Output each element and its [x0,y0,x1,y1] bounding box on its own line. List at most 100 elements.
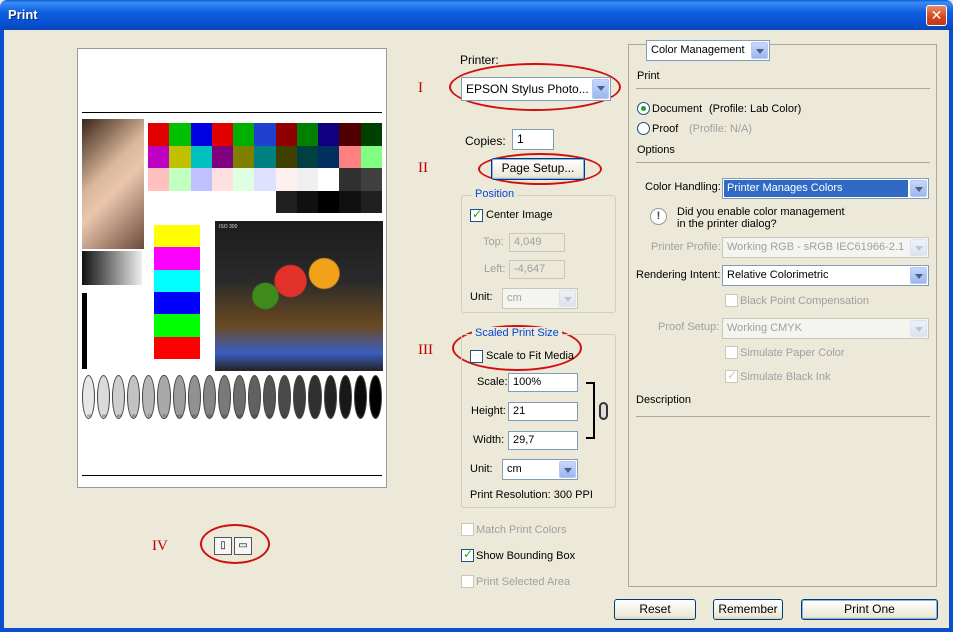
info-text-line-2: in the printer dialog? [677,218,777,230]
color-swatch [360,145,382,168]
scaled-unit-label: Unit: [470,463,493,475]
black-point-label: Black Point Compensation [740,295,870,307]
show-bounding-box-checkbox[interactable] [461,547,474,562]
ellipse-label: 5 [358,413,361,418]
color-swatch [275,145,297,168]
left-input[interactable]: -4,647 [509,260,565,279]
portrait-image [82,119,144,249]
scale-input[interactable]: 100% [508,373,578,392]
ellipse-label: 40 [252,413,257,418]
match-print-colors-label: Match Print Colors [476,524,567,536]
annotation-i: I [418,80,423,96]
scale-label: Scale: [477,376,508,388]
proof-label: Proof [652,123,679,135]
position-unit-select[interactable]: cm [502,288,578,309]
top-input[interactable]: 4,049 [509,233,565,252]
printer-label: Printer: [460,53,499,67]
rendering-intent-value: Relative Colorimetric [727,269,829,281]
print-one-button[interactable]: Print One [801,599,938,620]
close-button[interactable]: ✕ [926,5,947,26]
color-handling-select[interactable]: Printer Manages Colors [722,178,929,199]
landscape-orientation-icon[interactable]: ▭ [234,537,252,555]
color-swatch [339,123,361,146]
color-block [154,247,200,270]
document-radio[interactable] [637,102,650,115]
scale-to-fit-label: Scale to Fit Media [486,350,575,362]
simulate-black-checkbox[interactable] [725,368,738,383]
portrait-orientation-icon[interactable]: ▯ [214,537,232,555]
color-swatch [190,145,212,168]
proof-setup-select[interactable]: Working CMYK [722,318,929,339]
ellipse-label: 35 [267,413,272,418]
color-swatch [233,145,255,168]
rendering-intent-label: Rendering Intent: [636,269,721,281]
color-swatch [148,145,170,168]
printer-profile-select[interactable]: Working RGB - sRGB IEC61966-2.1 [722,237,929,258]
title-bar: Print ✕ [0,0,953,30]
color-swatch [360,190,382,213]
description-label: Description [636,394,692,406]
color-swatch [211,123,234,146]
scaled-unit-select[interactable]: cm [502,459,578,480]
color-swatch [318,123,340,146]
color-swatch [254,190,276,213]
chevron-down-icon [910,239,927,256]
copies-label: Copies: [465,134,506,148]
print-resolution: Print Resolution: 300 PPI [470,489,593,501]
page-setup-button[interactable]: Page Setup... [491,158,585,180]
color-swatch [254,145,276,168]
remember-button[interactable]: Remember [713,599,783,620]
chevron-down-icon [559,461,576,478]
chevron-down-icon [910,320,927,337]
proof-setup-value: Working CMYK [727,322,802,334]
black-point-checkbox[interactable] [725,294,738,307]
color-swatch [360,123,382,146]
ellipse-label: 50 [222,413,227,418]
rendering-intent-select[interactable]: Relative Colorimetric [722,265,929,286]
divider [636,88,930,89]
height-input[interactable]: 21 [508,402,578,421]
simulate-paper-checkbox[interactable] [725,346,738,359]
window-frame-bottom [0,628,953,632]
color-swatch [148,123,170,146]
color-column-blocks [154,225,200,359]
printer-select[interactable]: EPSON Stylus Photo... [461,77,611,101]
grey-step-chart [82,293,142,369]
color-swatch [275,168,297,191]
print-preview[interactable]: ISO 300 95 90 85 80 75 70 65 60 55 50 45 40 35 30 25 20… [77,48,387,488]
ellipse-label: 15 [327,413,332,418]
copies-input[interactable]: 1 [512,129,554,150]
color-block [154,225,200,248]
color-swatch [296,190,319,213]
gradient-bar [82,251,142,285]
panel-mode-select[interactable]: Color Management [646,40,770,61]
printer-value: EPSON Stylus Photo... [466,82,589,96]
ellipse-label: 4 [373,413,376,418]
page-edge-bottom [82,475,382,476]
print-selected-area-checkbox[interactable] [461,575,474,588]
color-handling-value: Printer Manages Colors [724,180,908,197]
proof-radio[interactable] [637,122,650,135]
divider [636,416,930,417]
color-swatch [148,190,170,213]
color-swatch [318,168,340,191]
center-image-checkbox[interactable] [470,207,483,222]
color-swatch [148,168,170,191]
page-edge-top [82,112,382,113]
reset-button[interactable]: Reset [614,599,696,620]
color-swatch [296,145,319,168]
position-group-title: Position [472,188,518,200]
color-swatch [360,168,382,191]
scale-to-fit-checkbox[interactable] [470,350,483,363]
link-icon[interactable] [599,402,608,420]
annotation-iv: IV [152,538,168,554]
annotation-iii: III [418,342,433,358]
color-swatch [233,123,255,146]
top-label: Top: [483,236,504,248]
color-swatch [233,190,255,213]
ellipse-label: 55 [207,413,212,418]
width-input[interactable]: 29,7 [508,431,578,450]
color-handling-label: Color Handling: [645,181,721,193]
color-block [154,314,200,337]
match-print-colors-checkbox[interactable] [461,523,474,536]
